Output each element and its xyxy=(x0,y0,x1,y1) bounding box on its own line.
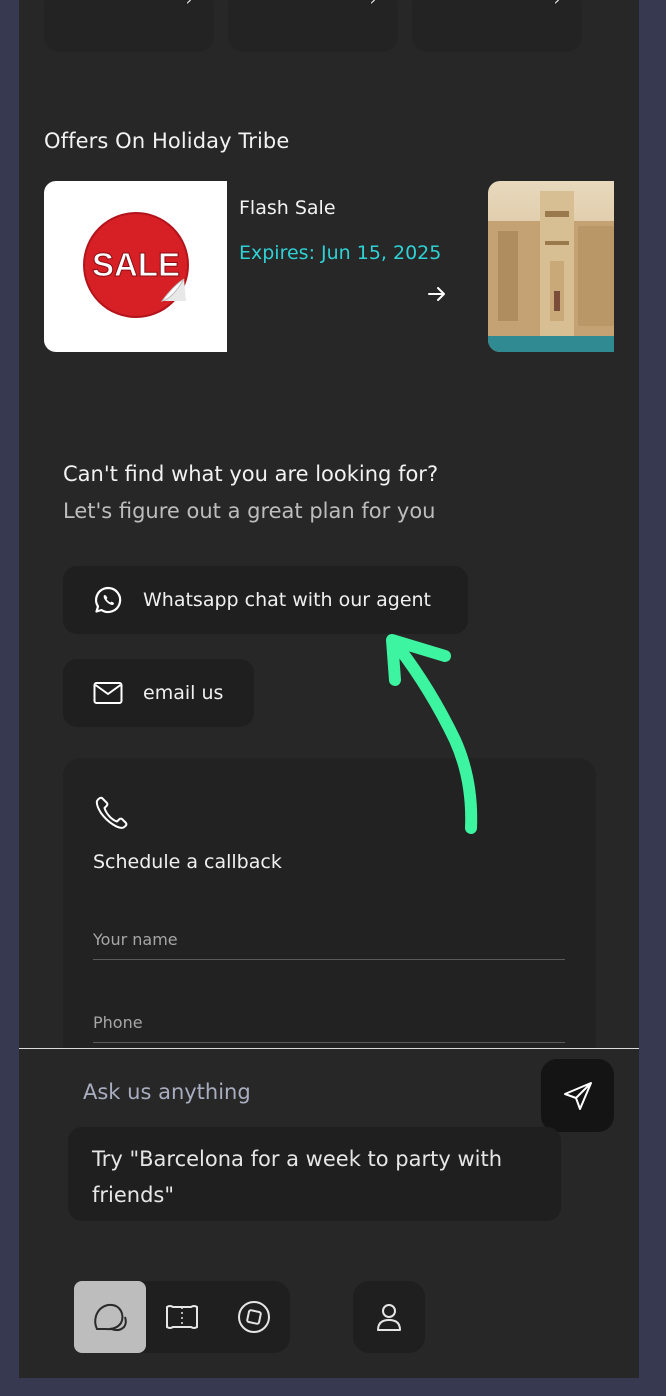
chevron-right-icon: › xyxy=(554,0,560,8)
offers-section-title: Offers On Holiday Tribe xyxy=(44,129,290,153)
send-icon xyxy=(563,1081,592,1110)
whatsapp-chat-button[interactable]: Whatsapp chat with our agent xyxy=(63,566,468,634)
nav-trips[interactable] xyxy=(146,1281,218,1353)
sale-badge-text: SALE xyxy=(92,246,180,283)
whatsapp-button-label: Whatsapp chat with our agent xyxy=(143,589,431,611)
phone-field[interactable] xyxy=(93,1002,565,1043)
offer-name: Flash Sale xyxy=(239,197,336,219)
offer-card-photo[interactable] xyxy=(488,181,614,352)
schedule-callback-card: Schedule a callback xyxy=(63,758,596,1078)
offer-expiry: Expires: Jun 15, 2025 xyxy=(239,242,442,264)
category-card[interactable]: › xyxy=(412,0,582,52)
sale-badge-image: SALE xyxy=(44,181,227,352)
whatsapp-icon xyxy=(93,585,123,615)
send-button[interactable] xyxy=(541,1059,614,1132)
app-screen: › › › Offers On Holiday Tribe SALE Flash… xyxy=(19,0,639,1378)
nav-explore[interactable] xyxy=(218,1281,290,1353)
bottom-nav xyxy=(74,1281,290,1353)
email-button-label: email us xyxy=(143,682,224,704)
chat-bubbles-icon xyxy=(94,1303,127,1332)
compass-icon xyxy=(238,1301,270,1333)
map-icon xyxy=(166,1305,198,1329)
offer-card-flash-sale[interactable]: SALE Flash Sale Expires: Jun 15, 2025 xyxy=(44,181,454,352)
envelope-icon xyxy=(93,678,123,708)
name-field[interactable] xyxy=(93,919,565,960)
help-title: Can't find what you are looking for? xyxy=(63,462,439,486)
chevron-right-icon: › xyxy=(186,0,192,8)
category-card[interactable]: › xyxy=(228,0,398,52)
email-us-button[interactable]: email us xyxy=(63,659,254,727)
callback-title: Schedule a callback xyxy=(93,851,282,873)
user-icon xyxy=(377,1304,401,1331)
nav-chat[interactable] xyxy=(74,1281,146,1353)
chevron-right-icon: › xyxy=(370,0,376,8)
nav-profile[interactable] xyxy=(353,1281,425,1353)
arrow-right-icon[interactable] xyxy=(425,282,449,306)
phone-icon xyxy=(95,796,128,829)
chat-panel: Try "Barcelona for a week to party with … xyxy=(19,1048,639,1378)
help-subtitle: Let's figure out a great plan for you xyxy=(63,499,436,523)
suggestion-chip[interactable]: Try "Barcelona for a week to party with … xyxy=(68,1127,561,1221)
ask-input[interactable] xyxy=(83,1077,523,1107)
category-card[interactable]: › xyxy=(44,0,214,52)
